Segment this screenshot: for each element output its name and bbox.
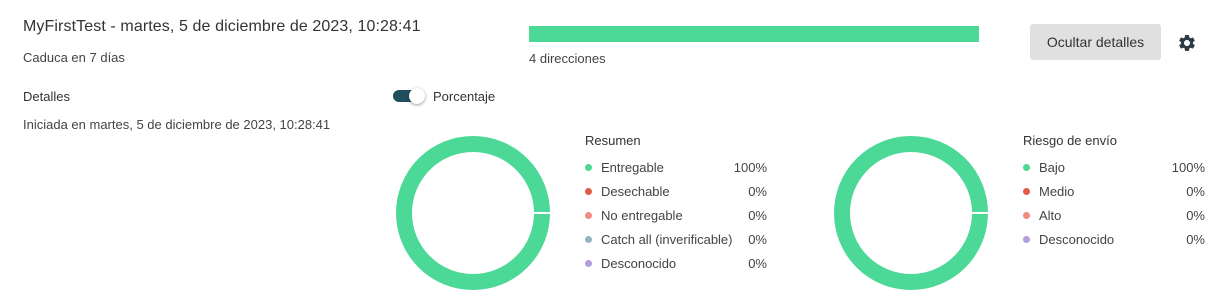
summary-legend-item: Catch all (inverificable) 0% (585, 227, 770, 251)
donut-slice-entregable (396, 136, 550, 290)
summary-donut-chart (396, 136, 551, 290)
legend-value: 100% (733, 159, 767, 175)
legend-dot (585, 211, 592, 219)
legend-dot (1023, 211, 1030, 219)
legend-dot (1023, 163, 1030, 171)
summary-legend-item: Entregable 100% (585, 155, 770, 179)
legend-value: 0% (748, 183, 767, 199)
risk-legend-item: Medio 0% (1023, 179, 1208, 203)
legend-dot (585, 235, 592, 243)
donut-slice-bajo (834, 136, 988, 290)
risk-donut-chart (834, 136, 989, 290)
test-title: MyFirstTest - martes, 5 de diciembre de … (23, 18, 421, 35)
hide-details-button[interactable]: Ocultar detalles (1030, 24, 1161, 60)
legend-value: 0% (748, 231, 767, 247)
gear-icon[interactable] (1177, 33, 1197, 53)
legend-value: 0% (748, 255, 767, 271)
risk-legend-item: Bajo 100% (1023, 155, 1208, 179)
legend-value: 0% (1186, 183, 1205, 199)
risk-legend-item: Desconocido 0% (1023, 227, 1208, 251)
legend-label: Catch all (inverificable) (601, 231, 733, 247)
legend-value: 0% (748, 207, 767, 223)
percentage-toggle[interactable] (393, 88, 425, 104)
toggle-knob (409, 88, 425, 104)
risk-legend-title: Riesgo de envío (1023, 133, 1117, 148)
legend-label: Desconocido (1039, 231, 1115, 247)
risk-legend-item: Alto 0% (1023, 203, 1208, 227)
legend-dot (585, 163, 592, 171)
legend-value: 0% (1186, 231, 1205, 247)
summary-legend: Resumen Entregable 100% Desechable 0% No ent… (585, 133, 770, 275)
progress-bar (529, 26, 979, 42)
risk-legend: Riesgo de envío Bajo 100% Medio 0% Alto 0% Des… (1023, 133, 1208, 251)
legend-dot (585, 187, 592, 195)
legend-value: 100% (1171, 159, 1205, 175)
addresses-count: 4 direcciones (529, 51, 606, 66)
started-text: Iniciada en martes, 5 de diciembre de 20… (23, 117, 331, 132)
legend-value: 0% (1186, 207, 1205, 223)
expiry-text: Caduca en 7 días (23, 50, 125, 65)
progress-bar-fill (529, 26, 979, 42)
legend-label: Desconocido (601, 255, 677, 271)
legend-label: Desechable (601, 183, 670, 199)
legend-dot (1023, 187, 1030, 195)
summary-legend-item: Desconocido 0% (585, 251, 770, 275)
summary-legend-title: Resumen (585, 133, 641, 148)
legend-label: Entregable (601, 159, 664, 175)
legend-label: Bajo (1039, 159, 1066, 175)
legend-label: Medio (1039, 183, 1075, 199)
legend-dot (585, 259, 592, 267)
legend-label: No entregable (601, 207, 683, 223)
legend-label: Alto (1039, 207, 1062, 223)
summary-legend-item: Desechable 0% (585, 179, 770, 203)
details-heading: Detalles (23, 89, 70, 104)
legend-dot (1023, 235, 1030, 243)
summary-legend-item: No entregable 0% (585, 203, 770, 227)
percentage-toggle-label: Porcentaje (433, 89, 496, 104)
